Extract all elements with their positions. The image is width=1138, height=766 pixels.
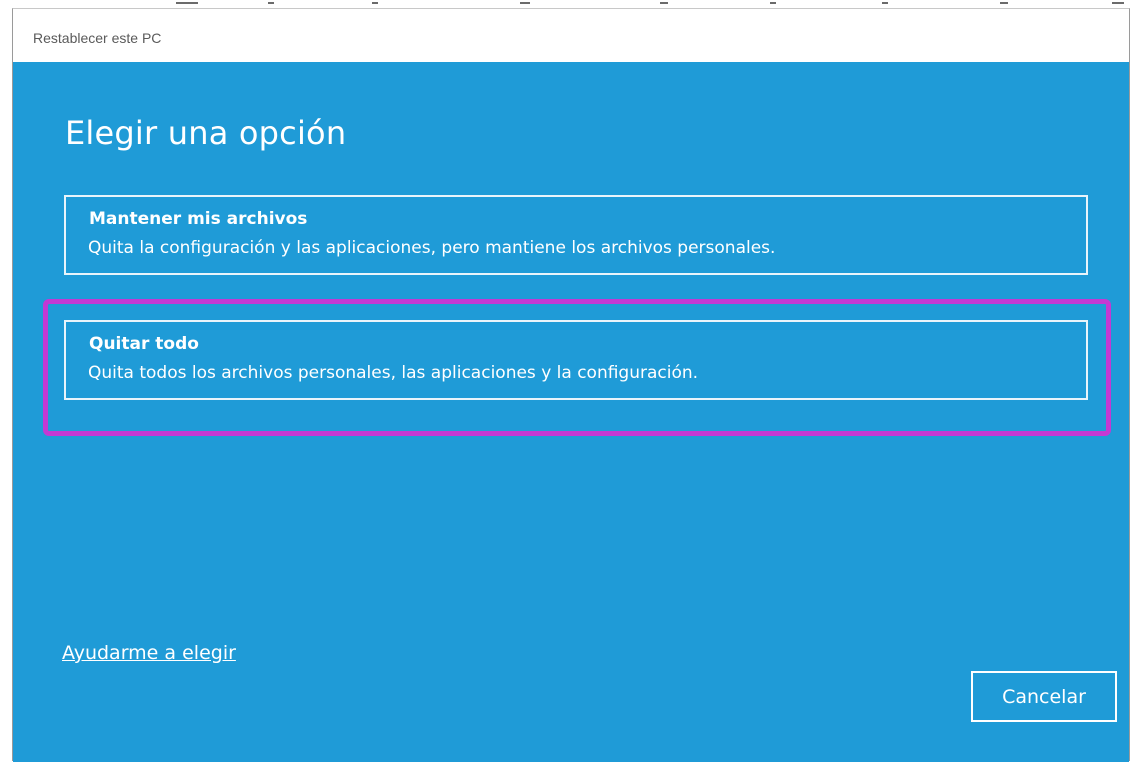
window-title: Restablecer este PC (33, 30, 162, 46)
remove-everything-option[interactable]: Quitar todo Quita todos los archivos per… (64, 320, 1088, 400)
cancel-button[interactable]: Cancelar (971, 671, 1117, 722)
keep-my-files-option[interactable]: Mantener mis archivos Quita la configura… (64, 195, 1088, 275)
help-me-choose-link[interactable]: Ayudarme a elegir (62, 642, 236, 664)
option-title: Quitar todo (89, 334, 199, 354)
title-bar: Restablecer este PC (13, 9, 1129, 62)
dialog-content: Elegir una opción Mantener mis archivos … (13, 62, 1129, 762)
option-description: Quita la configuración y las aplicacione… (88, 238, 776, 258)
option-description: Quita todos los archivos personales, las… (88, 363, 699, 383)
reset-pc-dialog: Restablecer este PC Elegir una opción Ma… (12, 8, 1130, 762)
option-title: Mantener mis archivos (89, 209, 308, 229)
page-title: Elegir una opción (65, 114, 347, 152)
